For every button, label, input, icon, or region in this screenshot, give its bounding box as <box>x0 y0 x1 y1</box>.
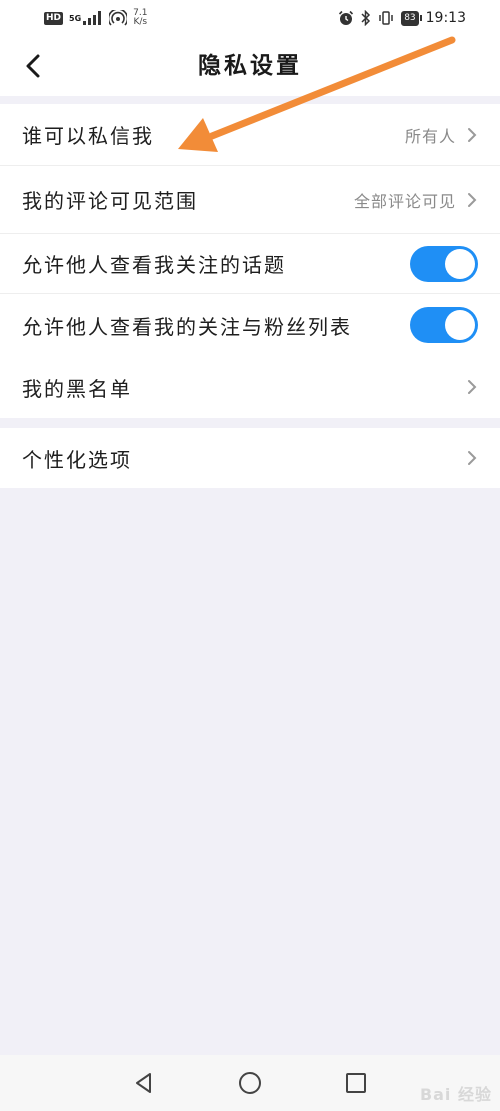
signal-icon <box>83 11 102 25</box>
personalization-group: 个性化选项 <box>0 428 500 488</box>
nav-back-icon[interactable] <box>130 1069 158 1097</box>
chevron-right-icon <box>468 127 477 142</box>
toggle-knob <box>445 310 475 340</box>
nav-recents-icon[interactable] <box>342 1069 370 1097</box>
row-comment-visibility[interactable]: 我的评论可见范围 全部评论可见 <box>0 166 500 234</box>
watermark: Bai 经验 <box>419 1085 492 1104</box>
status-right: 83 19:13 <box>338 8 466 28</box>
status-time: 19:13 <box>425 10 466 26</box>
chevron-right-icon <box>468 380 477 394</box>
row-who-can-message[interactable]: 谁可以私信我 所有人 <box>0 104 500 166</box>
network-type: 5G <box>69 13 82 23</box>
chevron-right-icon <box>468 192 477 207</box>
row-value: 所有人 <box>404 126 456 146</box>
hotspot-icon <box>109 10 128 26</box>
chevron-right-icon <box>468 451 477 465</box>
battery-icon: 83 <box>401 10 423 26</box>
status-bar: HD 5G 7.1 K/s 83 19:13 <box>0 0 500 36</box>
row-label: 允许他人查看我的关注与粉丝列表 <box>22 314 352 339</box>
system-nav-bar: Bai 经验 <box>0 1055 500 1111</box>
row-blacklist[interactable]: 我的黑名单 <box>0 356 500 418</box>
row-label: 谁可以私信我 <box>22 124 154 148</box>
hd-badge: HD <box>44 11 64 25</box>
privacy-settings-group: 谁可以私信我 所有人 我的评论可见范围 全部评论可见 允许他人查看我关注的话题 … <box>0 104 500 356</box>
row-label: 我的评论可见范围 <box>22 189 198 213</box>
vibrate-icon <box>379 11 393 25</box>
row-personalization[interactable]: 个性化选项 <box>0 428 500 488</box>
row-label: 允许他人查看我关注的话题 <box>22 253 286 277</box>
row-label: 我的黑名单 <box>22 376 132 401</box>
row-value: 全部评论可见 <box>353 191 456 211</box>
blacklist-group: 我的黑名单 <box>0 356 500 418</box>
toggle-knob <box>445 248 475 279</box>
nav-home-icon[interactable] <box>236 1069 264 1097</box>
status-left: HD 5G 7.1 K/s <box>44 8 147 28</box>
row-label: 个性化选项 <box>22 447 132 472</box>
alarm-icon <box>339 10 354 25</box>
header: 隐私设置 <box>0 36 500 96</box>
bluetooth-icon <box>361 10 371 26</box>
row-follow-fan-list: 允许他人查看我的关注与粉丝列表 <box>0 294 500 356</box>
followed-topics-toggle[interactable] <box>410 245 478 282</box>
page-title: 隐私设置 <box>198 53 302 79</box>
follow-fan-list-toggle[interactable] <box>410 307 478 343</box>
row-followed-topics: 允许他人查看我关注的话题 <box>0 234 500 294</box>
net-speed: 7.1 K/s <box>133 8 148 27</box>
